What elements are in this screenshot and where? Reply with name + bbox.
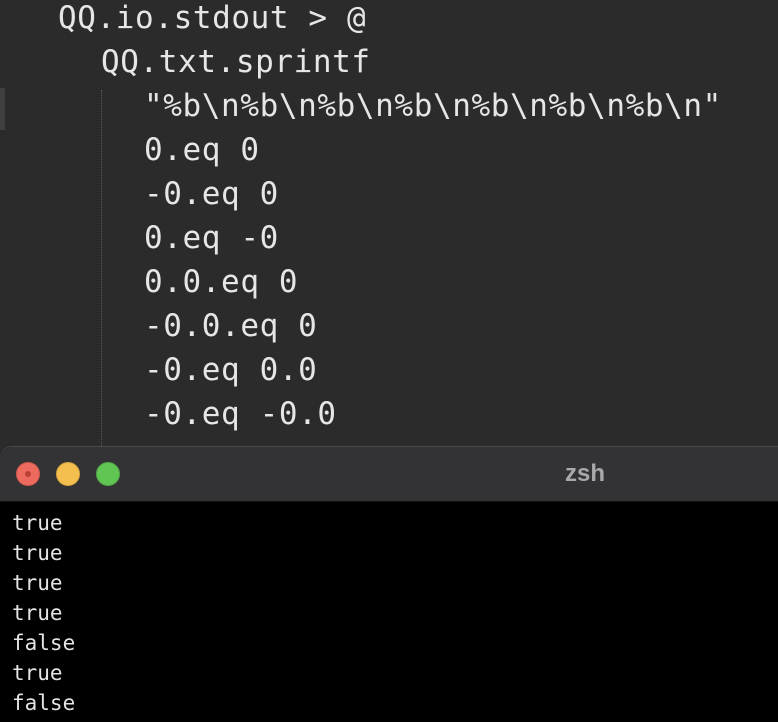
code-line-5: -0.eq 0 xyxy=(144,176,279,212)
code-line-2: QQ.txt.sprintf xyxy=(101,44,371,80)
screen: QQ.io.stdout > @ QQ.txt.sprintf "%b\n%b\… xyxy=(0,0,778,722)
code-line-6: 0.eq -0 xyxy=(144,220,279,256)
terminal-output[interactable]: true true true true false true false xyxy=(12,508,75,722)
code-line-4: 0.eq 0 xyxy=(144,132,260,168)
output-line: false xyxy=(12,631,76,655)
output-line: true xyxy=(12,661,63,685)
output-line: true xyxy=(12,511,63,535)
code-line-10: -0.eq -0.0 xyxy=(144,396,337,432)
output-line: true xyxy=(12,601,63,625)
output-line: true xyxy=(12,541,63,565)
output-line: true xyxy=(12,571,63,595)
prompt-line[interactable] xyxy=(12,718,75,722)
code-line-8: -0.0.eq 0 xyxy=(144,308,318,344)
terminal-window[interactable]: zsh true true true true false true false xyxy=(0,447,778,722)
code-line-3: "%b\n%b\n%b\n%b\n%b\n%b\n%b\n" xyxy=(144,88,722,124)
indent-guide xyxy=(101,90,102,450)
code-editor[interactable]: QQ.io.stdout > @ QQ.txt.sprintf "%b\n%b\… xyxy=(0,0,778,450)
terminal-titlebar[interactable]: zsh xyxy=(0,447,778,502)
current-line-marker xyxy=(0,88,5,130)
code-line-7: 0.0.eq 0 xyxy=(144,264,299,300)
output-line: false xyxy=(12,691,76,715)
code-line-9: -0.eq 0.0 xyxy=(144,352,318,388)
code-line-1: QQ.io.stdout > @ xyxy=(58,0,367,36)
window-title: zsh xyxy=(564,460,605,487)
